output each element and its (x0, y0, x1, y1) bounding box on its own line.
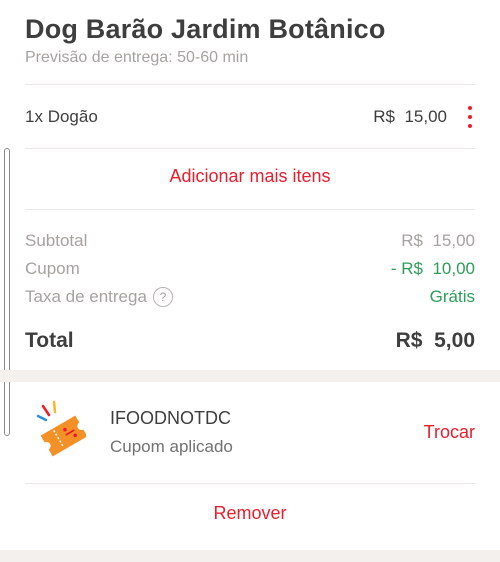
remove-coupon-button[interactable]: Remover (0, 503, 500, 524)
delivery-estimate: Previsão de entrega: 50-60 min (25, 49, 249, 66)
coupon-code: IFOODNOTDC (110, 408, 231, 428)
applied-coupon: IFOODNOTDC Cupom aplicado Trocar (0, 392, 500, 482)
store-name: Dog Barão Jardim Botânico (25, 14, 386, 44)
divider (25, 148, 475, 149)
coupon-label: Cupom (25, 259, 80, 278)
coupon-ticket-icon (36, 400, 86, 457)
coupon-discount-value: - R$ 10,00 (390, 259, 475, 278)
delivery-fee-row: Taxa de entrega? Grátis (25, 283, 475, 311)
delivery-fee-label-group: Taxa de entrega? (25, 287, 173, 308)
section-separator (0, 550, 500, 562)
total-row: Total R$ 5,00 (25, 329, 475, 353)
divider (25, 84, 475, 85)
cart-item-price: R$ 15,00 (373, 107, 447, 126)
total-value: R$ 5,00 (395, 329, 475, 352)
swap-coupon-button[interactable]: Trocar (424, 422, 475, 443)
cart-item-title: 1x Dogão (25, 107, 373, 127)
delivery-fee-label: Taxa de entrega (25, 286, 147, 306)
divider (25, 483, 475, 484)
store-header: Dog Barão Jardim Botânico Previsão de en… (25, 12, 475, 68)
order-summary: Subtotal R$ 15,00 Cupom - R$ 10,00 Taxa … (25, 227, 475, 311)
section-separator (0, 370, 500, 382)
coupon-row: Cupom - R$ 10,00 (25, 255, 475, 283)
cart-item[interactable]: 1x Dogão R$ 15,00 (25, 100, 475, 134)
subtotal-label: Subtotal (25, 231, 88, 250)
divider (25, 209, 475, 210)
subtotal-row: Subtotal R$ 15,00 (25, 227, 475, 255)
coupon-status: Cupom aplicado (110, 437, 233, 456)
delivery-fee-value: Grátis (429, 287, 475, 306)
add-more-items-button[interactable]: Adicionar mais itens (0, 166, 500, 187)
cart-item-name: Dogão (47, 107, 98, 126)
total-label: Total (25, 329, 74, 352)
subtotal-value: R$ 15,00 (401, 231, 475, 250)
more-options-icon[interactable] (465, 106, 475, 128)
cart-item-quantity: 1x (25, 107, 43, 126)
help-icon[interactable]: ? (152, 287, 173, 308)
